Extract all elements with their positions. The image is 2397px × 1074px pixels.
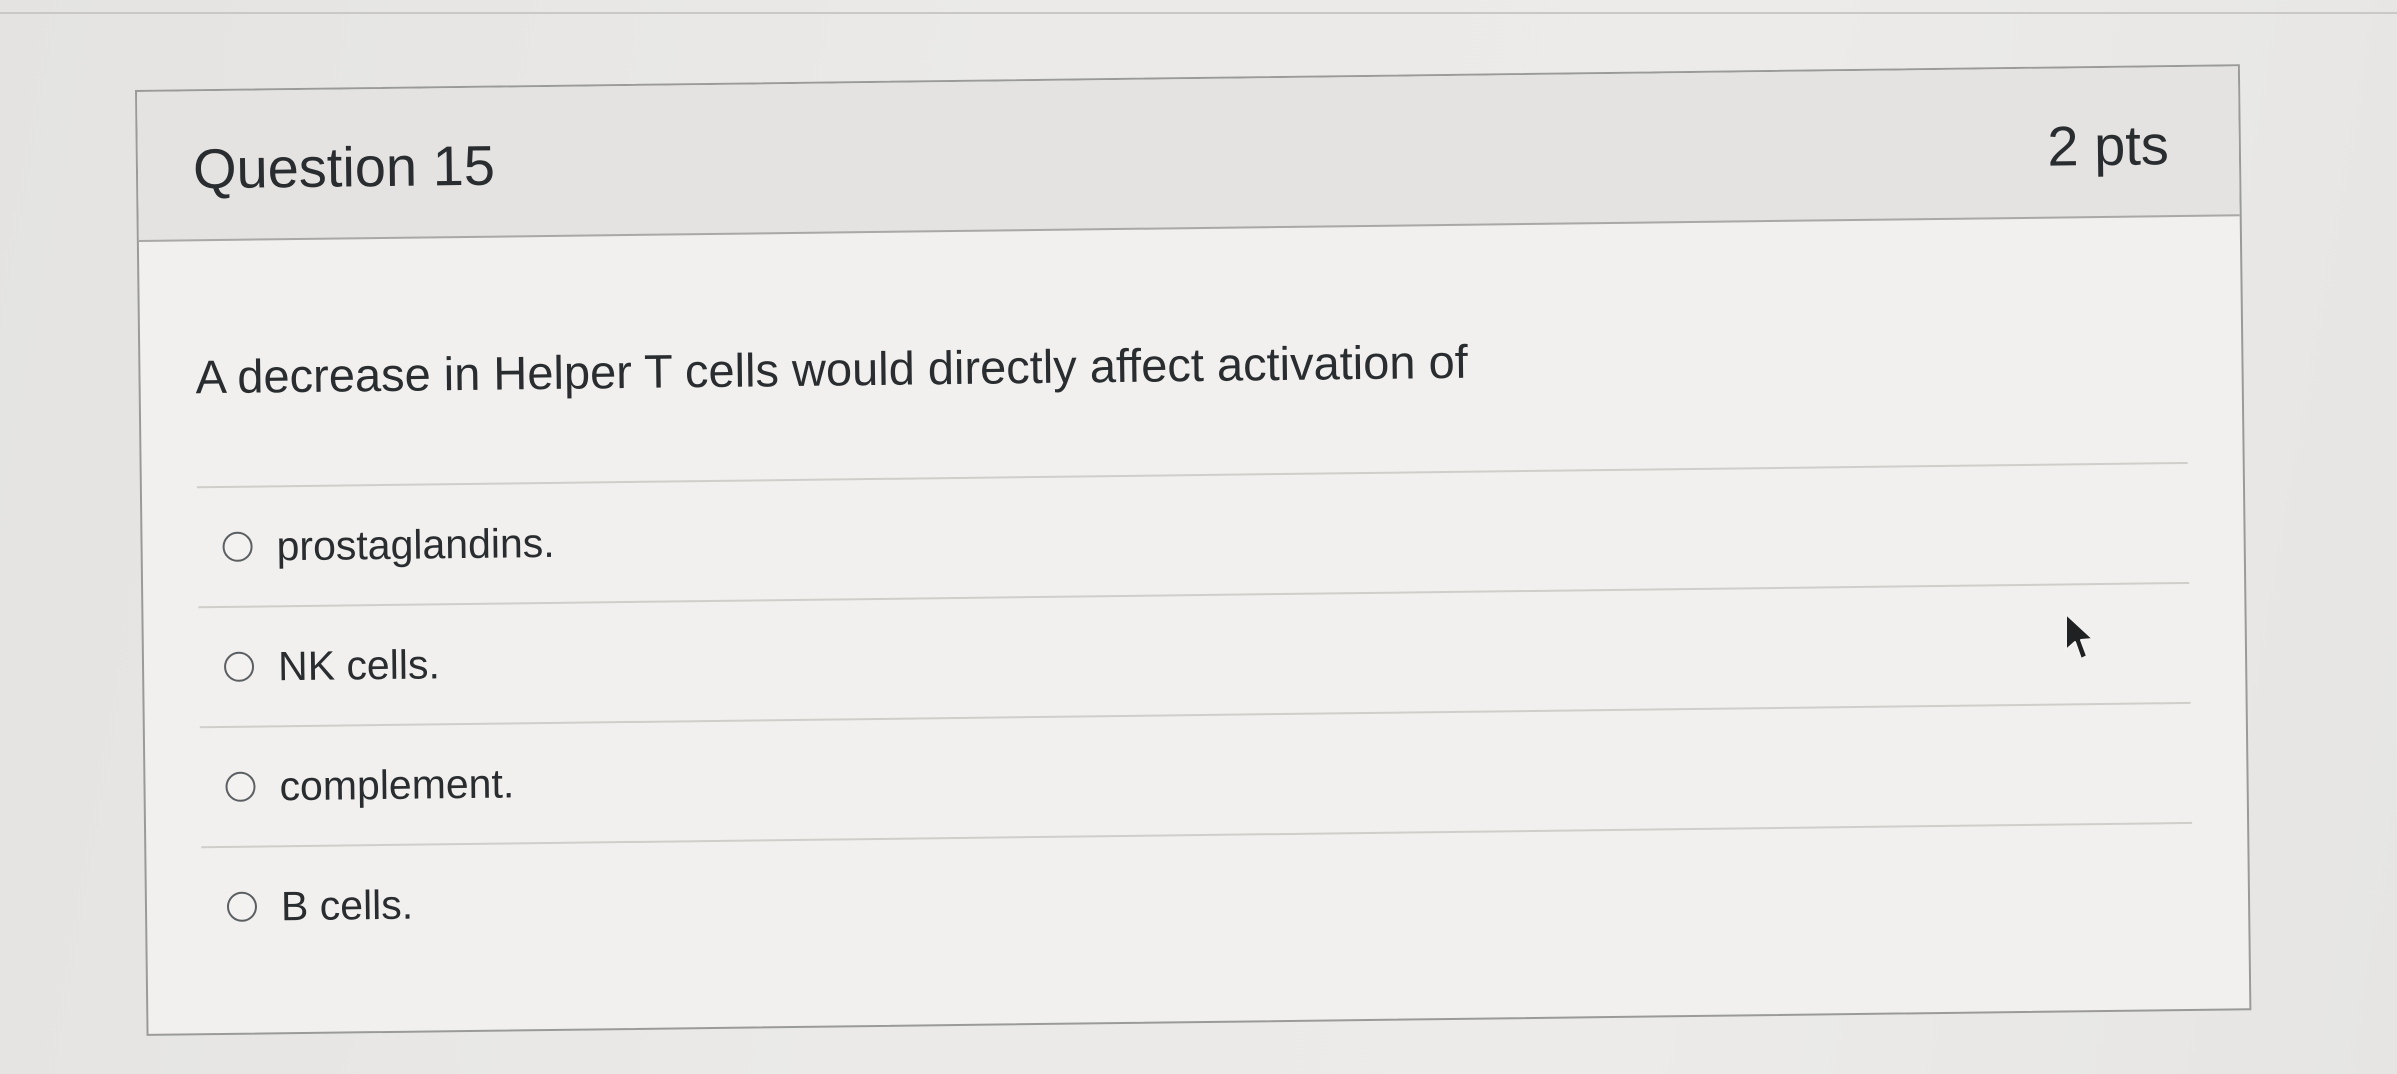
answer-option-b-cells[interactable]: B cells. (201, 824, 2193, 966)
radio-empty-icon[interactable] (223, 651, 255, 682)
answer-label: NK cells. (277, 640, 441, 689)
answer-label: B cells. (280, 881, 414, 929)
answer-label: complement. (279, 759, 515, 809)
question-header: Question 15 2 pts (137, 66, 2240, 242)
question-text: A decrease in Helper T cells would direc… (195, 334, 1469, 404)
radio-empty-icon[interactable] (222, 531, 253, 562)
top-divider (0, 12, 2397, 14)
question-points: 2 pts (2047, 113, 2170, 178)
mouse-cursor-icon (2065, 613, 2094, 660)
question-card: Question 15 2 pts A decrease in Helper T… (135, 64, 2252, 1036)
radio-empty-icon[interactable] (226, 891, 258, 922)
answer-list: prostaglandins. NK cells. complement. B … (196, 461, 2194, 966)
question-title: Question 15 (192, 133, 496, 201)
answer-label: prostaglandins. (276, 519, 555, 569)
radio-empty-icon[interactable] (225, 771, 256, 802)
